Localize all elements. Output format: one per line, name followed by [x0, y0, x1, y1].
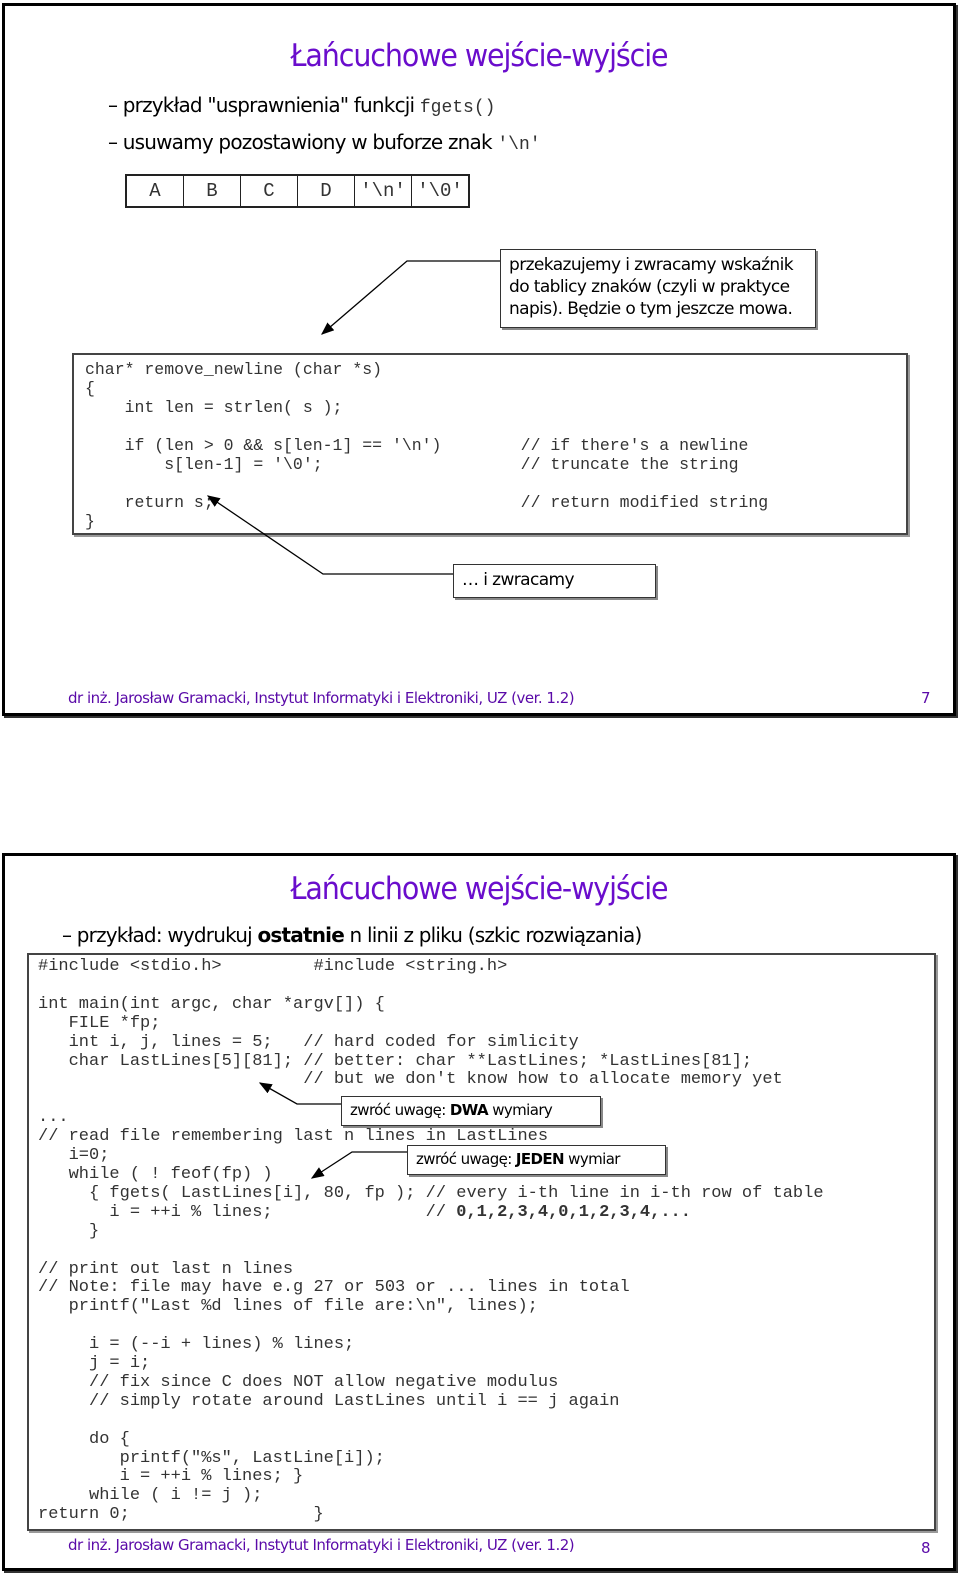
callout-arrows	[258, 1082, 407, 1179]
arrow-two-dimensions	[258, 1082, 341, 1105]
callout-arrows	[206, 260, 500, 575]
slide-footer: dr inż. Jarosław Gramacki, Instytut Info…	[68, 1536, 575, 1554]
page-number: 8	[921, 1539, 931, 1557]
page-number: 7	[921, 689, 931, 707]
slide-7: Łańcuchowe wejście-wyjście – przykład "u…	[2, 3, 956, 716]
slide-footer: dr inż. Jarosław Gramacki, Instytut Info…	[68, 689, 575, 707]
arrow-return	[206, 495, 453, 575]
slide-8: Łańcuchowe wejście-wyjście – przykład: w…	[2, 853, 956, 1571]
arrow-one-dimension	[310, 1151, 407, 1179]
arrow-pointer	[321, 260, 500, 335]
